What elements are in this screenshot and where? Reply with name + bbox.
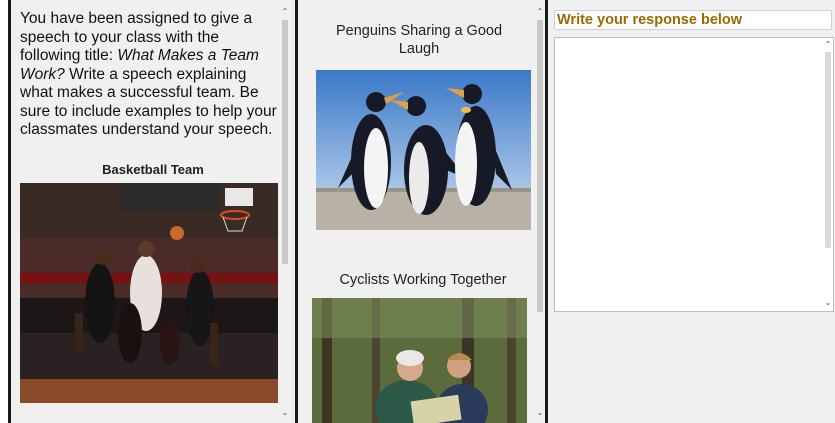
- gallery-scroll-thumb[interactable]: [537, 20, 543, 312]
- response-header: Write your response below: [554, 10, 832, 30]
- basketball-caption: Basketball Team: [102, 162, 204, 177]
- passage-scrollbar[interactable]: ⌃ ⌄: [280, 6, 290, 420]
- response-pane: Write your response below ⌃ ⌄: [548, 0, 835, 423]
- passage-scroll-thumb[interactable]: [282, 20, 288, 264]
- chevron-down-icon[interactable]: ⌄: [280, 409, 290, 417]
- gallery-pane: Penguins Sharing a Good Laugh Cyclists W…: [298, 0, 545, 423]
- chevron-up-icon[interactable]: ⌃: [823, 41, 833, 49]
- chevron-down-icon[interactable]: ⌄: [535, 409, 545, 417]
- penguins-image: [316, 70, 531, 230]
- prompt-text: You have been assigned to give a speech …: [20, 10, 282, 140]
- gallery-scrollbar[interactable]: ⌃ ⌄: [535, 6, 545, 420]
- cyclists-image: [312, 298, 527, 423]
- penguins-caption: Penguins Sharing a Good Laugh: [335, 23, 503, 57]
- chevron-up-icon[interactable]: ⌃: [280, 8, 290, 16]
- response-textarea[interactable]: ⌃ ⌄: [554, 37, 834, 312]
- basketball-image: [20, 183, 278, 403]
- cyclists-caption: Cyclists Working Together: [339, 272, 507, 288]
- response-scrollbar[interactable]: ⌃ ⌄: [823, 38, 833, 311]
- passage-pane: You have been assigned to give a speech …: [11, 0, 295, 423]
- chevron-down-icon[interactable]: ⌄: [823, 299, 833, 307]
- chevron-up-icon[interactable]: ⌃: [535, 8, 545, 16]
- response-scroll-thumb[interactable]: [825, 52, 831, 248]
